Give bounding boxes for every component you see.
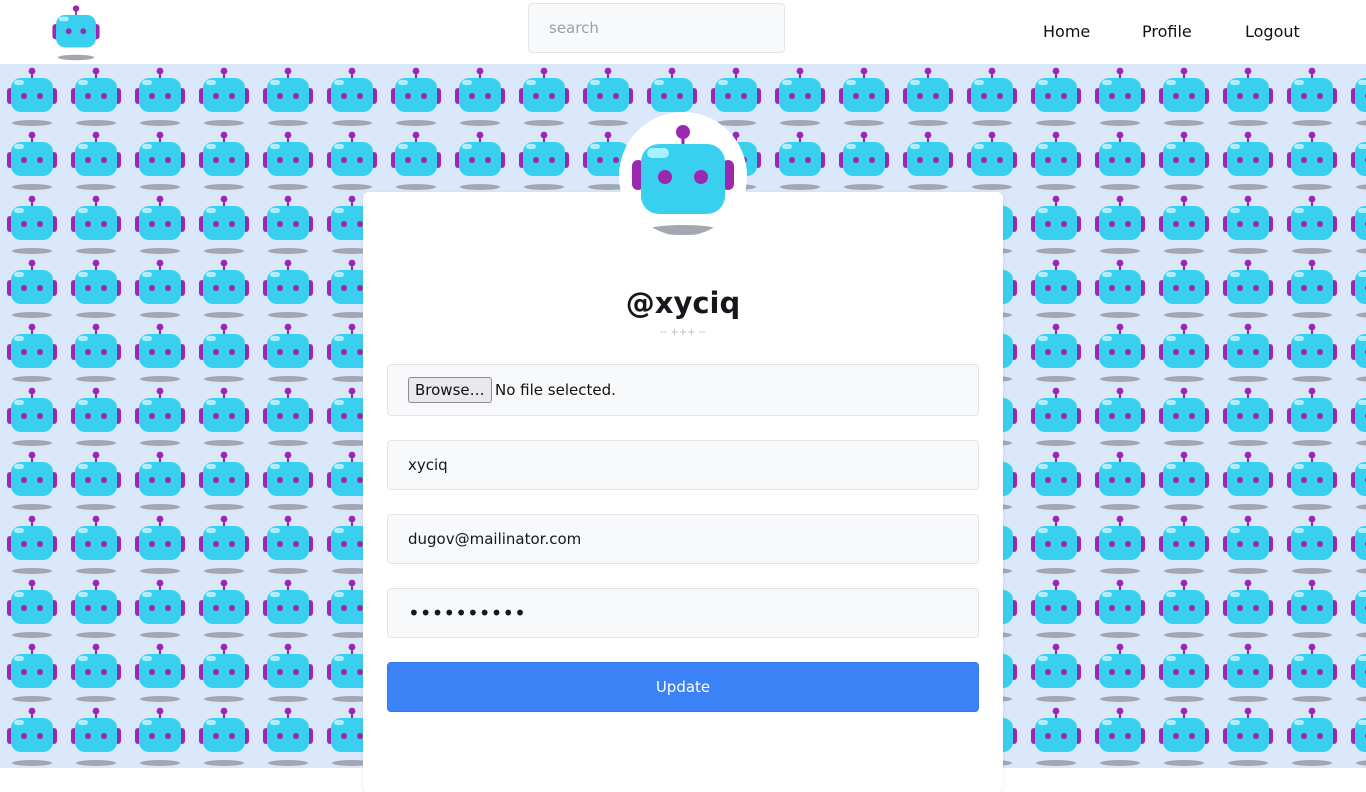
username-divider: -- +++ -- xyxy=(660,327,706,338)
password-input[interactable] xyxy=(387,588,979,638)
nav-link-logout[interactable]: Logout xyxy=(1245,22,1300,41)
nav-link-home[interactable]: Home xyxy=(1043,22,1090,41)
file-status-text: No file selected. xyxy=(495,381,616,399)
update-button[interactable]: Update xyxy=(387,662,979,712)
robot-avatar-icon xyxy=(623,116,743,236)
browse-button[interactable]: Browse… xyxy=(408,377,492,403)
robot-logo-icon[interactable] xyxy=(47,3,105,63)
navbar: Home Profile Logout xyxy=(0,0,1366,64)
search-input[interactable] xyxy=(528,3,785,53)
email-input[interactable] xyxy=(387,514,979,564)
profile-avatar xyxy=(619,112,747,240)
profile-username: @xyciq xyxy=(625,286,741,320)
username-input[interactable] xyxy=(387,440,979,490)
nav-link-profile[interactable]: Profile xyxy=(1142,22,1192,41)
avatar-file-field: Browse… No file selected. xyxy=(387,364,979,416)
